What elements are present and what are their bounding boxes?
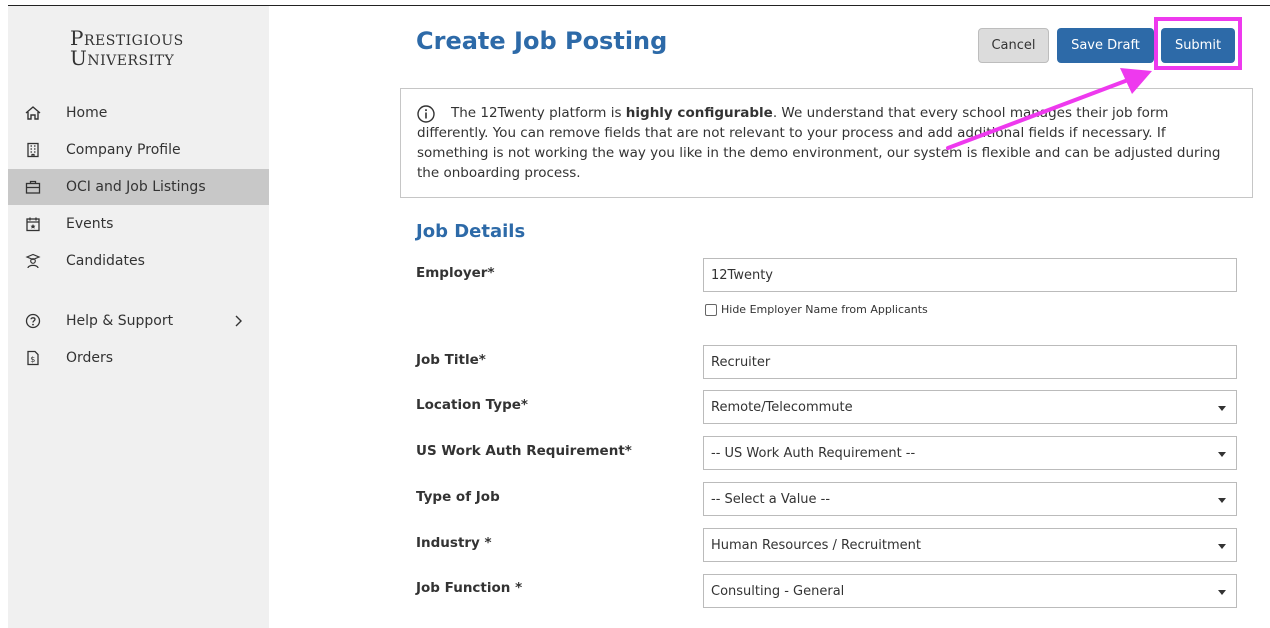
job-function-select[interactable]: Consulting - General xyxy=(703,574,1237,608)
info-callout: The 12Twenty platform is highly configur… xyxy=(400,88,1253,198)
logo-line-2: University xyxy=(70,46,175,70)
sidebar-item-orders[interactable]: $ Orders xyxy=(8,340,269,376)
info-bold-text: highly configurable xyxy=(625,105,773,121)
sidebar-item-label: Orders xyxy=(66,350,114,366)
save-draft-button[interactable]: Save Draft xyxy=(1057,28,1154,63)
page-title: Create Job Posting xyxy=(416,27,668,55)
sidebar-item-label: Help & Support xyxy=(66,313,174,329)
type-of-job-select[interactable]: -- Select a Value -- xyxy=(703,482,1237,516)
chevron-right-icon xyxy=(235,315,242,327)
location-type-select[interactable]: Remote/Telecommute xyxy=(703,390,1237,424)
job-title-label: Job Title* xyxy=(416,352,486,368)
section-title-job-details: Job Details xyxy=(416,221,526,242)
sidebar-item-events[interactable]: Events xyxy=(8,206,269,242)
chevron-down-icon xyxy=(1218,544,1226,549)
sidebar-item-label: Candidates xyxy=(66,253,145,269)
sidebar-item-home[interactable]: Home xyxy=(8,95,269,131)
sidebar-item-label: Company Profile xyxy=(66,142,181,158)
calendar-icon xyxy=(26,217,40,232)
svg-text:$: $ xyxy=(30,355,35,364)
briefcase-icon xyxy=(25,180,41,194)
chevron-down-icon xyxy=(1218,498,1226,503)
sidebar-item-candidates[interactable]: Candidates xyxy=(8,243,269,279)
sidebar-item-help-support[interactable]: Help & Support xyxy=(8,303,269,339)
university-logo: Prestigious University xyxy=(70,28,184,68)
cancel-button[interactable]: Cancel xyxy=(978,28,1049,63)
work-auth-select[interactable]: -- US Work Auth Requirement -- xyxy=(703,436,1237,470)
employer-field[interactable]: 12Twenty xyxy=(703,258,1237,292)
location-type-label: Location Type* xyxy=(416,397,528,413)
orders-icon: $ xyxy=(27,350,39,366)
home-icon xyxy=(25,106,41,120)
building-icon xyxy=(27,142,39,158)
industry-select[interactable]: Human Resources / Recruitment xyxy=(703,528,1237,562)
info-text: The 12Twenty platform is highly configur… xyxy=(417,105,1221,181)
submit-highlight-box xyxy=(1154,17,1242,70)
logo-line-1: Prestigious xyxy=(70,26,184,50)
chevron-down-icon xyxy=(1218,590,1226,595)
hide-employer-label: Hide Employer Name from Applicants xyxy=(721,303,928,316)
work-auth-label: US Work Auth Requirement* xyxy=(416,443,632,459)
job-function-label: Job Function * xyxy=(416,580,523,596)
type-of-job-label: Type of Job xyxy=(416,489,500,505)
sidebar-item-company-profile[interactable]: Company Profile xyxy=(8,132,269,168)
candidates-icon xyxy=(25,253,41,269)
hide-employer-row[interactable]: Hide Employer Name from Applicants xyxy=(705,303,928,316)
job-title-field[interactable]: Recruiter xyxy=(703,345,1237,379)
sidebar-item-oci-job-listings[interactable]: OCI and Job Listings xyxy=(8,169,269,205)
sidebar: Prestigious University Home Company Prof… xyxy=(8,6,269,628)
chevron-down-icon xyxy=(1218,452,1226,457)
sidebar-item-label: Home xyxy=(66,105,108,121)
hide-employer-checkbox[interactable] xyxy=(705,303,717,316)
chevron-down-icon xyxy=(1218,406,1226,411)
sidebar-item-label: OCI and Job Listings xyxy=(66,179,206,195)
employer-label: Employer* xyxy=(416,265,495,281)
sidebar-item-label: Events xyxy=(66,216,114,232)
help-icon xyxy=(25,313,41,329)
industry-label: Industry * xyxy=(416,535,492,551)
